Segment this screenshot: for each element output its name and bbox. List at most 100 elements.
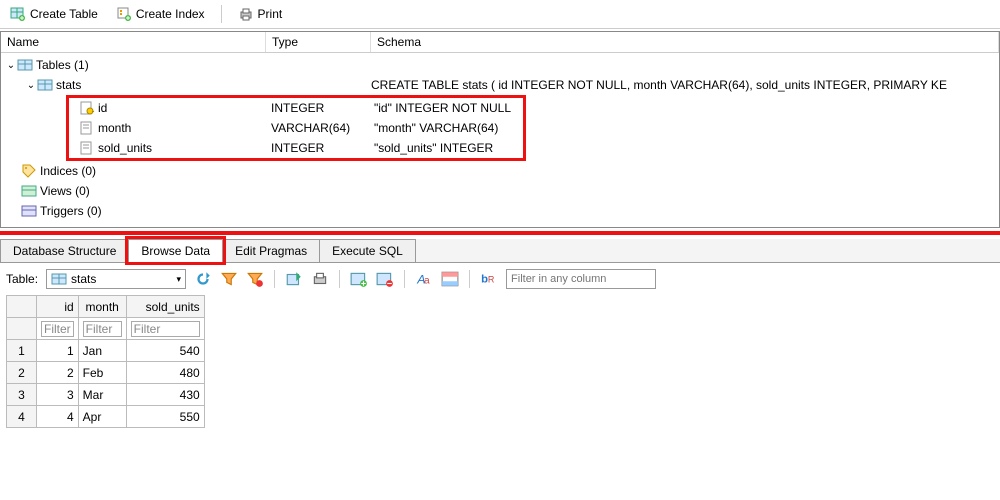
cell-id[interactable]: 1 (37, 340, 79, 362)
tag-icon (21, 163, 37, 179)
table-row[interactable]: 22Feb480 (7, 362, 205, 384)
header-schema[interactable]: Schema (371, 32, 999, 52)
triggers-label: Triggers (0) (40, 204, 102, 218)
save-filter-icon[interactable] (246, 270, 264, 288)
svg-text:R: R (488, 274, 495, 284)
cell-sold[interactable]: 480 (126, 362, 204, 384)
corner-cell (7, 296, 37, 318)
column-type: VARCHAR(64) (269, 121, 374, 135)
cell-sold[interactable]: 550 (126, 406, 204, 428)
column-schema: "id" INTEGER NOT NULL (374, 101, 523, 115)
header-name[interactable]: Name (1, 32, 266, 52)
table-add-icon (10, 6, 26, 22)
column-row[interactable]: sold_unitsINTEGER"sold_units" INTEGER (69, 138, 523, 158)
cell-sold[interactable]: 540 (126, 340, 204, 362)
tab-edit-pragmas[interactable]: Edit Pragmas (222, 239, 320, 262)
grid-header-row: id month sold_units (7, 296, 205, 318)
print-grid-icon[interactable] (311, 270, 329, 288)
column-row[interactable]: monthVARCHAR(64)"month" VARCHAR(64) (69, 118, 523, 138)
table-icon (37, 77, 53, 93)
tree-header: Name Type Schema (1, 32, 999, 53)
toolbar-divider (221, 5, 222, 23)
column-name: id (98, 101, 107, 115)
divider (339, 270, 340, 288)
clear-filter-icon[interactable] (220, 270, 238, 288)
expander-icon[interactable]: ⌄ (5, 60, 17, 71)
create-table-button[interactable]: Create Table (6, 4, 102, 24)
delete-row-icon[interactable] (376, 270, 394, 288)
export-icon[interactable] (285, 270, 303, 288)
table-row[interactable]: 44Apr550 (7, 406, 205, 428)
create-table-label: Create Table (30, 7, 98, 21)
print-button[interactable]: Print (234, 4, 287, 24)
col-header-sold[interactable]: sold_units (126, 296, 204, 318)
tab-database-structure[interactable]: Database Structure (0, 239, 129, 262)
create-index-button[interactable]: Create Index (112, 4, 209, 24)
divider (404, 270, 405, 288)
table-select[interactable]: stats ▾ (46, 269, 186, 289)
views-label: Views (0) (40, 184, 90, 198)
column-icon (79, 140, 95, 156)
tab-browse-data[interactable]: Browse Data (128, 239, 223, 262)
schema-tree-panel: Name Type Schema ⌄ Tables (1) ⌄ stats CR… (0, 31, 1000, 228)
cell-month[interactable]: Mar (78, 384, 126, 406)
refresh-icon[interactable] (194, 270, 212, 288)
col-header-id[interactable]: id (37, 296, 79, 318)
triggers-group-row[interactable]: Triggers (0) (21, 201, 999, 221)
filter-id[interactable]: Filter (37, 318, 79, 340)
cell-sold[interactable]: 430 (126, 384, 204, 406)
divider (274, 270, 275, 288)
insert-row-icon[interactable] (350, 270, 368, 288)
col-header-month[interactable]: month (78, 296, 126, 318)
data-grid: id month sold_units Filter Filter Filter… (6, 295, 205, 428)
indices-label: Indices (0) (40, 164, 96, 178)
svg-text:a: a (424, 276, 430, 287)
expander-icon[interactable]: ⌄ (25, 80, 37, 91)
top-toolbar: Create Table Create Index Print (0, 0, 1000, 29)
trigger-icon (21, 203, 37, 219)
table-label: Table: (6, 272, 38, 286)
filter-sold[interactable]: Filter (126, 318, 204, 340)
header-type[interactable]: Type (266, 32, 371, 52)
row-header[interactable]: 1 (7, 340, 37, 362)
table-stats-row[interactable]: ⌄ stats CREATE TABLE stats ( id INTEGER … (1, 75, 999, 95)
global-filter-input[interactable] (506, 269, 656, 289)
main-tabs: Database Structure Browse Data Edit Prag… (0, 239, 1000, 263)
filter-month[interactable]: Filter (78, 318, 126, 340)
cell-month[interactable]: Apr (78, 406, 126, 428)
browse-toolbar: Table: stats ▾ Aa bR (0, 263, 1000, 295)
replace-icon[interactable]: bR (480, 270, 498, 288)
conditional-format-icon[interactable] (441, 270, 459, 288)
table-row[interactable]: 33Mar430 (7, 384, 205, 406)
tab-execute-sql[interactable]: Execute SQL (319, 239, 416, 262)
cell-id[interactable]: 3 (37, 384, 79, 406)
tables-group-label: Tables (1) (36, 58, 89, 72)
cell-month[interactable]: Feb (78, 362, 126, 384)
print-icon (238, 6, 254, 22)
text-format-icon[interactable]: Aa (415, 270, 433, 288)
tables-group-row[interactable]: ⌄ Tables (1) (1, 55, 999, 75)
create-index-label: Create Index (136, 7, 205, 21)
row-header[interactable]: 3 (7, 384, 37, 406)
cell-id[interactable]: 4 (37, 406, 79, 428)
table-row[interactable]: 11Jan540 (7, 340, 205, 362)
key-column-icon (79, 100, 95, 116)
column-schema: "month" VARCHAR(64) (374, 121, 523, 135)
row-header[interactable]: 2 (7, 362, 37, 384)
table-group-icon (17, 57, 33, 73)
views-group-row[interactable]: Views (0) (21, 181, 999, 201)
cell-id[interactable]: 2 (37, 362, 79, 384)
table-schema-text: CREATE TABLE stats ( id INTEGER NOT NULL… (371, 78, 999, 92)
view-icon (21, 183, 37, 199)
divider (469, 270, 470, 288)
column-row[interactable]: id INTEGER"id" INTEGER NOT NULL (69, 98, 523, 118)
column-schema: "sold_units" INTEGER (374, 141, 523, 155)
column-icon (79, 120, 95, 136)
column-name: sold_units (98, 141, 152, 155)
cell-month[interactable]: Jan (78, 340, 126, 362)
row-header[interactable]: 4 (7, 406, 37, 428)
indices-group-row[interactable]: Indices (0) (21, 161, 999, 181)
column-type: INTEGER (269, 101, 374, 115)
table-icon (51, 271, 67, 287)
selected-table-name: stats (71, 272, 96, 286)
